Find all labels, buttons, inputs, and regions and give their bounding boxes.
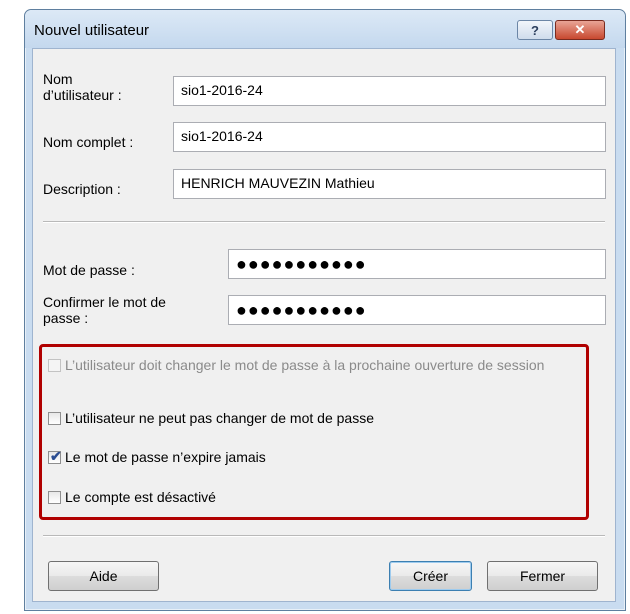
close-title-button[interactable]: ✕: [555, 20, 605, 40]
option-account-disabled[interactable]: Le compte est désactivé: [48, 489, 216, 505]
help-title-button[interactable]: ?: [517, 20, 553, 40]
dialog-window: Nouvel utilisateur ? ✕ Nom d’utilisateur…: [24, 9, 626, 611]
close-icon: ✕: [574, 22, 586, 37]
checkbox-cannot-change-password[interactable]: [48, 412, 61, 425]
password-field[interactable]: ●●●●●●●●●●●: [228, 249, 606, 279]
option-label-must-change-password: L’utilisateur doit changer le mot de pas…: [65, 357, 545, 373]
fullname-label: Nom complet :: [43, 134, 134, 150]
help-button[interactable]: Aide: [48, 561, 159, 591]
confirm-password-label: Confirmer le mot de passe :: [43, 294, 166, 326]
dialog-body: Nom d’utilisateur : sio1-2016-24 Nom com…: [32, 48, 616, 602]
option-label-cannot-change-password: L’utilisateur ne peut pas changer de mot…: [65, 410, 374, 426]
fullname-field[interactable]: sio1-2016-24: [173, 122, 606, 152]
close-button[interactable]: Fermer: [487, 561, 598, 591]
checkbox-account-disabled[interactable]: [48, 491, 61, 504]
separator-bottom: [43, 535, 605, 537]
confirm-password-field[interactable]: ●●●●●●●●●●●: [228, 295, 606, 325]
options-highlight-box: L’utilisateur doit changer le mot de pas…: [39, 344, 589, 520]
title-bar: Nouvel utilisateur ? ✕: [25, 10, 625, 48]
checkbox-never-expires[interactable]: ✔: [48, 448, 62, 464]
username-field[interactable]: sio1-2016-24: [173, 76, 606, 106]
option-cannot-change-password[interactable]: L’utilisateur ne peut pas changer de mot…: [48, 410, 374, 426]
username-label: Nom d’utilisateur :: [43, 71, 122, 103]
password-label: Mot de passe :: [43, 262, 135, 278]
option-label-account-disabled: Le compte est désactivé: [65, 489, 216, 505]
description-label: Description :: [43, 181, 121, 197]
option-never-expires[interactable]: ✔ Le mot de passe n’expire jamais: [48, 448, 266, 465]
separator-top: [43, 221, 605, 223]
checkmark-icon: ✔: [50, 448, 62, 464]
help-icon: ?: [531, 22, 539, 38]
description-field[interactable]: HENRICH MAUVEZIN Mathieu: [173, 169, 606, 199]
option-must-change-password[interactable]: L’utilisateur doit changer le mot de pas…: [48, 357, 580, 373]
window-title: Nouvel utilisateur: [34, 22, 150, 39]
create-button[interactable]: Créer: [389, 561, 472, 591]
option-label-never-expires: Le mot de passe n’expire jamais: [65, 449, 266, 465]
checkbox-must-change-password[interactable]: [48, 359, 61, 372]
